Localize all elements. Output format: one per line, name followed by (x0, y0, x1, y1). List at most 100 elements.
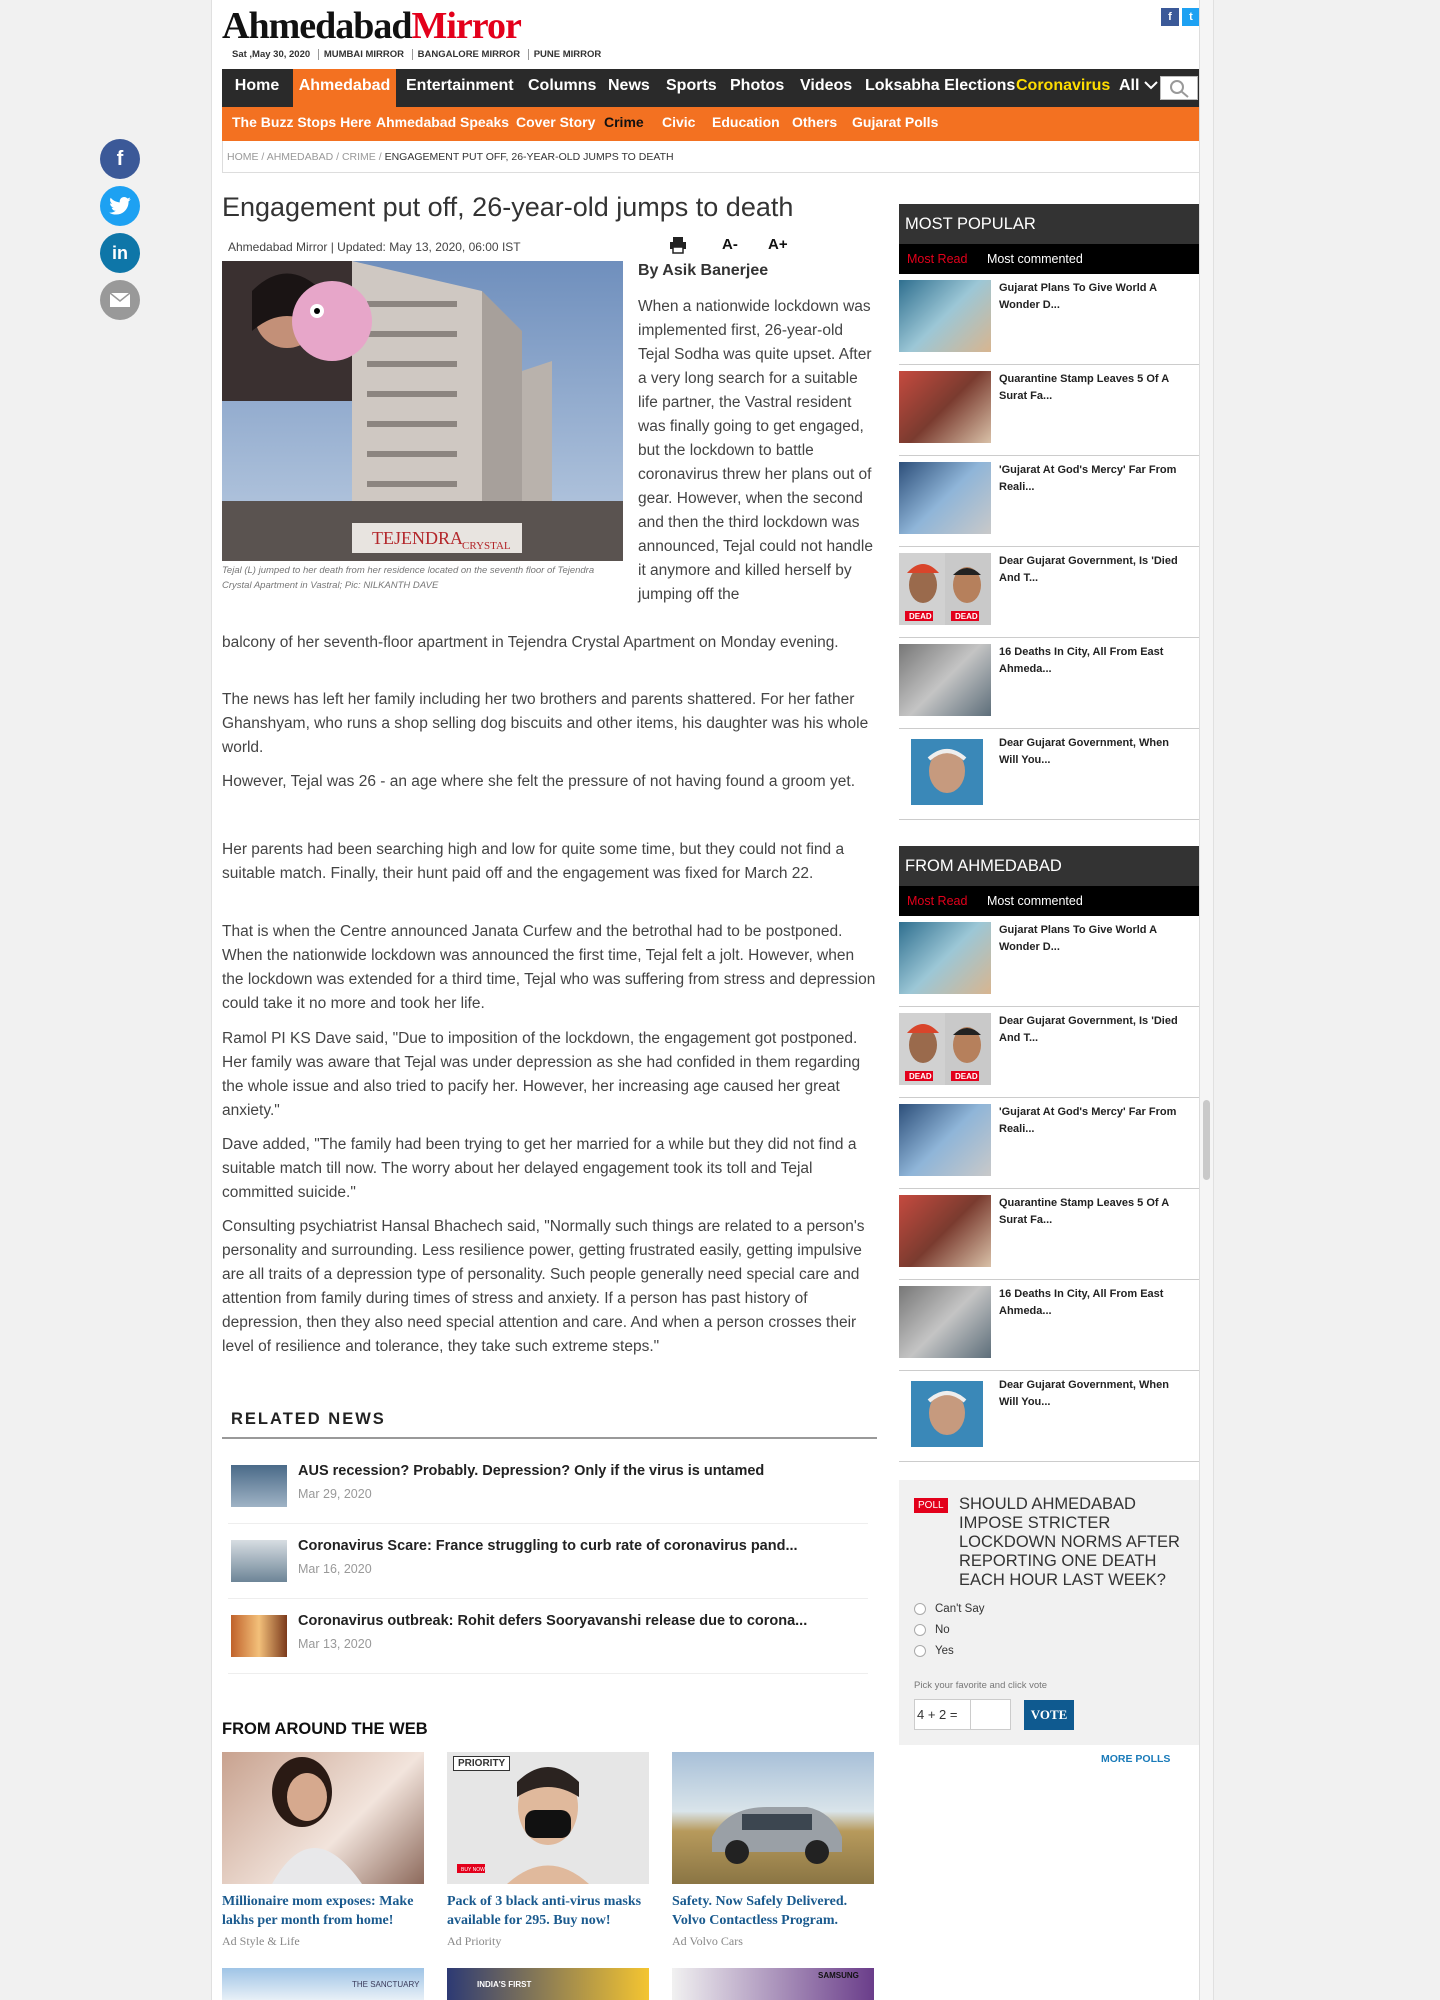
subnav-crime[interactable]: Crime (604, 107, 644, 137)
sidebar-news-item[interactable]: 16 Deaths In City, All From East Ahmeda.… (899, 638, 1203, 729)
photo-caption: Tejal (L) jumped to her death from her r… (222, 565, 595, 591)
more-polls-link[interactable]: MORE POLLS (1101, 1753, 1170, 1765)
subnav-civic[interactable]: Civic (662, 107, 695, 137)
logo-part-ahmedabad: Ahmedabad (222, 5, 412, 47)
sidebar-headline[interactable]: 16 Deaths In City, All From East Ahmeda.… (999, 1286, 1189, 1320)
sidebar-headline[interactable]: Quarantine Stamp Leaves 5 Of A Surat Fa.… (999, 1195, 1189, 1229)
font-decrease-button[interactable]: A- (722, 236, 738, 253)
search-icon (1170, 80, 1189, 98)
page-scrollbar[interactable] (1199, 0, 1213, 2000)
header-twitter-icon[interactable]: t (1182, 8, 1200, 26)
breadcrumb-crime[interactable]: CRIME (342, 151, 376, 163)
sidebar-headline[interactable]: Dear Gujarat Government, When Will You..… (999, 1377, 1189, 1411)
related-headline[interactable]: Coronavirus outbreak: Rohit defers Soory… (298, 1613, 807, 1629)
link-bangalore-mirror[interactable]: BANGALORE MIRROR (411, 49, 526, 60)
sidebar-headline[interactable]: Gujarat Plans To Give World A Wonder D..… (999, 922, 1189, 956)
sidebar-news-item[interactable]: Dear Gujarat Government, When Will You..… (899, 729, 1203, 820)
font-increase-button[interactable]: A+ (768, 236, 788, 253)
site-logo[interactable]: AhmedabadMirror (222, 4, 522, 48)
link-mumbai-mirror[interactable]: MUMBAI MIRROR (317, 49, 410, 60)
linkedin-share-button[interactable]: in (100, 233, 140, 273)
sidebar-headline[interactable]: Dear Gujarat Government, Is 'Died And T.… (999, 1013, 1189, 1047)
sponsored-ad[interactable]: INDIA'S FIRST (447, 1968, 649, 2000)
sidebar-headline[interactable]: Dear Gujarat Government, When Will You..… (999, 735, 1189, 769)
breadcrumb-home[interactable]: HOME (227, 151, 259, 163)
poll-option[interactable]: Can't Say (914, 1603, 985, 1615)
nav-loksabha-elections[interactable]: Loksabha Elections (865, 69, 1015, 107)
sidebar-headline[interactable]: 'Gujarat At God's Mercy' Far From Reali.… (999, 1104, 1189, 1138)
tab-most-commented[interactable]: Most commented (987, 252, 1083, 266)
tab-most-read[interactable]: Most Read (907, 252, 967, 266)
ad-buy-now-tag: BUY NOW (461, 1867, 485, 1873)
header-facebook-icon[interactable]: f (1161, 8, 1179, 26)
nav-home[interactable]: Home (222, 69, 292, 107)
subnav-ahmedabad-speaks[interactable]: Ahmedabad Speaks (376, 107, 509, 137)
nav-sports[interactable]: Sports (666, 69, 717, 107)
tab-most-read[interactable]: Most Read (907, 894, 967, 908)
subnav-education[interactable]: Education (712, 107, 780, 137)
related-news-title: RELATED NEWS (231, 1410, 386, 1428)
nav-ahmedabad[interactable]: Ahmedabad (293, 69, 396, 107)
ad-title[interactable]: Pack of 3 black anti-virus masks availab… (447, 1892, 649, 1930)
related-news-item[interactable]: AUS recession? Probably. Depression? Onl… (228, 1449, 868, 1524)
poll-option[interactable]: Yes (914, 1645, 954, 1657)
sidebar-news-item[interactable]: Quarantine Stamp Leaves 5 Of A Surat Fa.… (899, 1189, 1203, 1280)
sidebar-news-item[interactable]: 'Gujarat At God's Mercy' Far From Reali.… (899, 456, 1203, 547)
vote-button[interactable]: VOTE (1024, 1700, 1074, 1730)
sidebar-news-item[interactable]: DEAD DEAD Dear Gujarat Government, Is 'Die… (899, 547, 1203, 638)
twitter-share-button[interactable] (100, 186, 140, 226)
captcha-input[interactable] (970, 1700, 1010, 1729)
priority-badge: PRIORITY (453, 1756, 511, 1771)
breadcrumb-ahmedabad[interactable]: AHMEDABAD (267, 151, 334, 163)
sponsored-ad[interactable]: SAMSUNG (672, 1968, 874, 2000)
sponsored-ad[interactable]: BUY NOW PRIORITY Pack of 3 black anti-vi… (447, 1752, 649, 1949)
sidebar-news-item[interactable]: DEAD DEAD Dear Gujarat Government, Is 'Die… (899, 1007, 1203, 1098)
related-news-item[interactable]: Coronavirus Scare: France struggling to … (228, 1524, 868, 1599)
related-headline[interactable]: AUS recession? Probably. Depression? Onl… (298, 1463, 764, 1479)
sidebar-news-item[interactable]: 16 Deaths In City, All From East Ahmeda.… (899, 1280, 1203, 1371)
sponsored-ad[interactable]: Safety. Now Safely Delivered. Volvo Cont… (672, 1752, 874, 1949)
sidebar-news-item[interactable]: Quarantine Stamp Leaves 5 Of A Surat Fa.… (899, 365, 1203, 456)
poll-option[interactable]: No (914, 1624, 950, 1636)
related-news-item[interactable]: Coronavirus outbreak: Rohit defers Soory… (228, 1599, 868, 1674)
sidebar-headline[interactable]: Dear Gujarat Government, Is 'Died And T.… (999, 553, 1189, 587)
article-paragraph: The news has left her family including h… (222, 691, 869, 756)
subnav-cover-story[interactable]: Cover Story (516, 107, 595, 137)
nav-coronavirus[interactable]: Coronavirus (1016, 69, 1110, 107)
subnav-buzz-stops-here[interactable]: The Buzz Stops Here (232, 107, 371, 137)
tab-most-commented[interactable]: Most commented (987, 894, 1083, 908)
email-share-button[interactable] (100, 280, 140, 320)
ad-source: Ad Style & Life (222, 1934, 300, 1948)
link-pune-mirror[interactable]: PUNE MIRROR (527, 49, 607, 60)
sidebar-news-item[interactable]: Gujarat Plans To Give World A Wonder D..… (899, 916, 1203, 1007)
sidebar-headline[interactable]: Quarantine Stamp Leaves 5 Of A Surat Fa.… (999, 371, 1189, 405)
related-headline[interactable]: Coronavirus Scare: France struggling to … (298, 1538, 798, 1554)
nav-videos[interactable]: Videos (800, 69, 852, 107)
sidebar-headline[interactable]: Gujarat Plans To Give World A Wonder D..… (999, 280, 1189, 314)
radio-button[interactable] (914, 1603, 926, 1615)
sponsored-ad[interactable]: THE SANCTUARY (222, 1968, 424, 2000)
nav-columns[interactable]: Columns (528, 69, 596, 107)
print-button[interactable] (669, 236, 687, 258)
sidebar-news-item[interactable]: Gujarat Plans To Give World A Wonder D..… (899, 274, 1203, 365)
sidebar-headline[interactable]: 'Gujarat At God's Mercy' Far From Reali.… (999, 462, 1189, 496)
sidebar-headline[interactable]: 16 Deaths In City, All From East Ahmeda.… (999, 644, 1189, 678)
poll-badge: POLL (914, 1498, 948, 1513)
nav-entertainment[interactable]: Entertainment (406, 69, 514, 107)
nav-photos[interactable]: Photos (730, 69, 784, 107)
nav-all[interactable]: All (1119, 69, 1158, 107)
sidebar-news-item[interactable]: Dear Gujarat Government, When Will You..… (899, 1371, 1203, 1462)
ad-title[interactable]: Safety. Now Safely Delivered. Volvo Cont… (672, 1892, 874, 1930)
facebook-share-button[interactable]: f (100, 139, 140, 179)
ad-title[interactable]: Millionaire mom exposes: Make lakhs per … (222, 1892, 424, 1930)
radio-button[interactable] (914, 1624, 926, 1636)
sponsored-ad[interactable]: Millionaire mom exposes: Make lakhs per … (222, 1752, 424, 1949)
subnav-gujarat-polls[interactable]: Gujarat Polls (852, 107, 938, 137)
search-button[interactable] (1160, 76, 1198, 100)
sidebar-news-item[interactable]: 'Gujarat At God's Mercy' Far From Reali.… (899, 1098, 1203, 1189)
subnav-others[interactable]: Others (792, 107, 837, 137)
nav-news[interactable]: News (608, 69, 650, 107)
article-lead-right: When a nationwide lockdown was implement… (638, 298, 873, 603)
scrollbar-thumb[interactable] (1203, 1100, 1210, 1180)
radio-button[interactable] (914, 1645, 926, 1657)
